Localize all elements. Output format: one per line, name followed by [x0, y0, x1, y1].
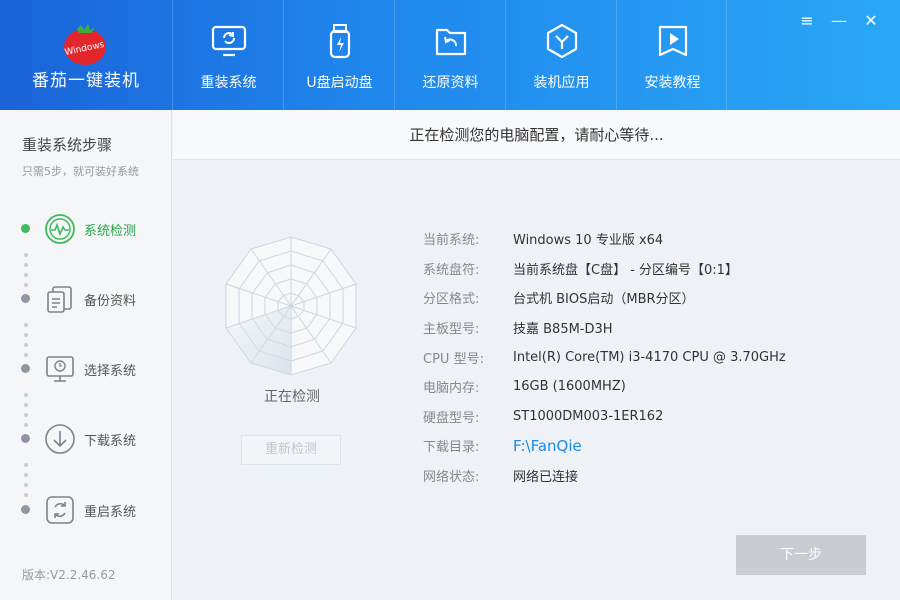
- minimize-icon[interactable]: —: [830, 12, 848, 30]
- step-download-system[interactable]: 下载系统: [0, 419, 172, 459]
- brand: Windows 番茄一键装机: [0, 0, 172, 110]
- steps-sidebar: 重装系统步骤 只需5步，就可装好系统 系统检测 备份资料 选择系统 下载系统 重…: [0, 110, 172, 600]
- next-step-button[interactable]: 下一步: [736, 535, 866, 575]
- info-value: 网络已连接: [513, 470, 579, 486]
- step-label: 系统检测: [84, 224, 137, 239]
- nav-label: 还原资料: [422, 75, 479, 91]
- app-header: Windows 番茄一键装机 重装系统 U盘启动盘 还原资料 装机应用 安装教程…: [0, 0, 900, 110]
- info-value: 技嘉 B85M-D3H: [513, 322, 613, 338]
- detecting-label: 正在检测: [264, 389, 320, 405]
- info-value: 台式机 BIOS启动（MBR分区）: [513, 292, 695, 308]
- step-label: 备份资料: [84, 294, 137, 309]
- info-value: Intel(R) Core(TM) i3-4170 CPU @ 3.70GHz: [513, 349, 786, 365]
- nav-label: 重装系统: [200, 75, 257, 91]
- info-label: 系统盘符:: [423, 262, 480, 278]
- version-label: 版本:V2.2.46.62: [22, 568, 116, 582]
- info-row-current-system: 当前系统: Windows 10 专业版 x64: [423, 224, 786, 254]
- system-info-list: 当前系统: Windows 10 专业版 x64 系统盘符: 当前系统盘【C盘】…: [423, 224, 786, 490]
- info-value: 当前系统盘【C盘】 - 分区编号【0:1】: [513, 262, 738, 278]
- heartbeat-icon: [45, 214, 75, 244]
- info-label: CPU 型号:: [423, 351, 484, 367]
- info-label: 电脑内存:: [423, 381, 480, 397]
- app-hexagon-icon: [546, 23, 578, 59]
- info-label: 硬盘型号:: [423, 410, 480, 426]
- document-copy-icon: [47, 286, 72, 313]
- info-row-network: 网络状态: 网络已连接: [423, 461, 786, 491]
- info-value: 16GB (1600MHZ): [513, 379, 626, 395]
- info-row-disk: 硬盘型号: ST1000DM003-1ER162: [423, 402, 786, 432]
- nav-restore-data[interactable]: 还原资料: [394, 0, 505, 110]
- info-row-system-drive: 系统盘符: 当前系统盘【C盘】 - 分区编号【0:1】: [423, 254, 786, 284]
- step-indicator: [21, 505, 30, 514]
- step-backup-data[interactable]: 备份资料: [0, 279, 172, 319]
- close-icon[interactable]: ✕: [862, 12, 880, 30]
- nav-tutorials[interactable]: 安装教程: [616, 0, 727, 110]
- step-indicator: [21, 294, 30, 303]
- video-play-icon: [658, 25, 688, 57]
- download-icon: [45, 424, 75, 454]
- step-indicator: [21, 434, 30, 443]
- nav-label: U盘启动盘: [306, 75, 373, 91]
- info-row-memory: 电脑内存: 16GB (1600MHZ): [423, 372, 786, 402]
- step-indicator: [21, 224, 30, 233]
- info-label: 当前系统:: [423, 233, 480, 249]
- step-restart-system[interactable]: 重启系统: [0, 490, 172, 530]
- nav-reinstall-system[interactable]: 重装系统: [172, 0, 283, 110]
- step-system-check[interactable]: 系统检测: [0, 209, 172, 249]
- info-label: 网络状态:: [423, 470, 480, 486]
- radar-scan-icon: [225, 236, 357, 376]
- info-row-motherboard: 主板型号: 技嘉 B85M-D3H: [423, 313, 786, 343]
- download-dir-link[interactable]: F:\FanQie: [513, 437, 582, 455]
- info-row-partition-format: 分区格式: 台式机 BIOS启动（MBR分区）: [423, 283, 786, 313]
- main-nav: 重装系统 U盘启动盘 还原资料 装机应用 安装教程: [172, 0, 727, 110]
- usb-drive-icon: [329, 24, 351, 59]
- nav-label: 安装教程: [644, 75, 701, 91]
- nav-install-apps[interactable]: 装机应用: [505, 0, 616, 110]
- restore-folder-icon: [435, 28, 467, 56]
- step-select-system[interactable]: 选择系统: [0, 349, 172, 389]
- sidebar-subtitle: 只需5步，就可装好系统: [22, 165, 139, 178]
- status-title: 正在检测您的电脑配置，请耐心等待...: [409, 126, 664, 144]
- redetect-button[interactable]: 重新检测: [241, 435, 341, 465]
- step-label: 下载系统: [84, 434, 137, 449]
- app-name: 番茄一键装机: [32, 71, 140, 91]
- info-label: 主板型号:: [423, 322, 480, 338]
- tomato-logo-icon: Windows: [64, 24, 106, 65]
- nav-label: 装机应用: [533, 75, 590, 91]
- step-label: 选择系统: [84, 364, 137, 379]
- window-controls: ≡ — ✕: [798, 12, 880, 30]
- monitor-refresh-icon: [211, 25, 247, 57]
- step-label: 重启系统: [84, 505, 137, 520]
- computer-icon: [46, 356, 74, 382]
- info-label: 下载目录:: [423, 440, 480, 456]
- main-panel: 正在检测您的电脑配置，请耐心等待... 正在检测 重新检测 当前系统: Wind…: [173, 110, 900, 600]
- info-row-cpu: CPU 型号: Intel(R) Core(TM) i3-4170 CPU @ …: [423, 342, 786, 372]
- nav-usb-boot[interactable]: U盘启动盘: [283, 0, 394, 110]
- info-label: 分区格式:: [423, 292, 480, 308]
- info-row-download-dir: 下载目录: F:\FanQie: [423, 431, 786, 461]
- restart-icon: [46, 496, 74, 524]
- menu-icon[interactable]: ≡: [798, 12, 816, 30]
- step-indicator: [21, 364, 30, 373]
- status-bar: 正在检测您的电脑配置，请耐心等待...: [173, 110, 900, 160]
- info-value: ST1000DM003-1ER162: [513, 408, 664, 424]
- info-value: Windows 10 专业版 x64: [513, 233, 664, 249]
- sidebar-title: 重装系统步骤: [22, 136, 113, 154]
